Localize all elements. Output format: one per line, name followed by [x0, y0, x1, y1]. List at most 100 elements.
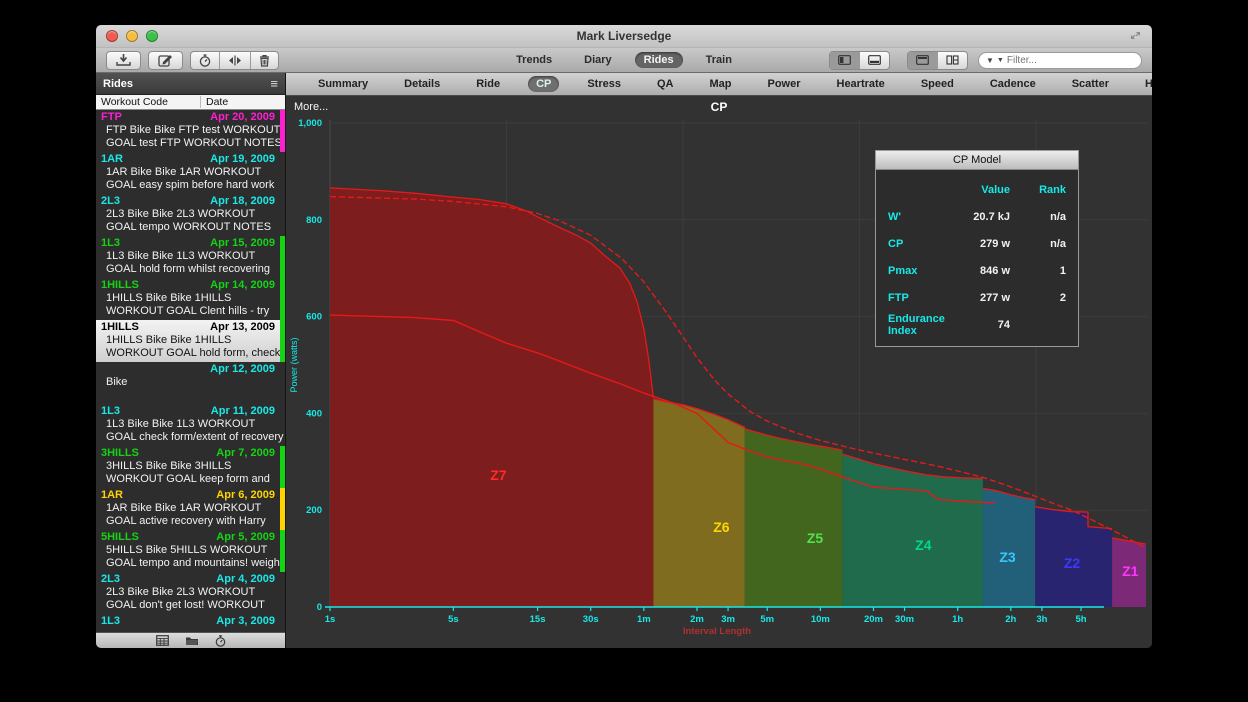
svg-text:0: 0	[317, 602, 322, 613]
split-interval-button[interactable]	[219, 52, 250, 69]
ride-row[interactable]: 1L3Apr 15, 20091L3 Bike Bike 1L3 WORKOUT…	[96, 236, 285, 278]
cp-model-row: Endurance Index74	[876, 311, 1078, 338]
app-window: Mark Liversedge	[96, 25, 1152, 648]
ride-description: 1HILLS Bike Bike 1HILLS	[101, 334, 275, 347]
stopwatch-button[interactable]	[191, 52, 219, 69]
svg-text:30s: 30s	[583, 614, 599, 625]
tab-map[interactable]: Map	[701, 76, 739, 92]
ride-description: 2L3 Bike Bike 2L3 WORKOUT	[101, 208, 275, 221]
tab-summary[interactable]: Summary	[310, 76, 376, 92]
tab-power[interactable]: Power	[759, 76, 808, 92]
filter-dropdown-icon[interactable]: ▼	[997, 57, 1004, 64]
svg-text:Z2: Z2	[1064, 555, 1081, 571]
cp-model-cell: n/a	[1010, 211, 1066, 223]
ride-row[interactable]: 1ARApr 6, 20091AR Bike Bike 1AR WORKOUTG…	[96, 488, 285, 530]
ride-date: Apr 5, 2009	[216, 531, 275, 544]
tab-scatter[interactable]: Scatter	[1064, 76, 1117, 92]
ride-code: FTP	[101, 111, 122, 124]
tab-stress[interactable]: Stress	[579, 76, 629, 92]
ride-row[interactable]: 3HILLSApr 7, 20093HILLS Bike Bike 3HILLS…	[96, 446, 285, 488]
svg-text:5s: 5s	[448, 614, 459, 625]
ride-date: Apr 7, 2009	[216, 447, 275, 460]
fullscreen-icon[interactable]	[1129, 29, 1142, 42]
ride-row[interactable]: 1HILLSApr 14, 20091HILLS Bike Bike 1HILL…	[96, 278, 285, 320]
tab-hrpw[interactable]: HrPw	[1137, 76, 1152, 92]
ride-description: GOAL test FTP WORKOUT NOTES	[101, 137, 275, 150]
ride-description: 1AR Bike Bike 1AR WORKOUT	[101, 166, 275, 179]
ride-date: Apr 14, 2009	[210, 279, 275, 292]
calendar-icon[interactable]	[156, 635, 169, 646]
ride-date: Apr 12, 2009	[210, 363, 275, 376]
svg-text:5h: 5h	[1076, 614, 1087, 625]
ride-row[interactable]: 2L3Apr 18, 20092L3 Bike Bike 2L3 WORKOUT…	[96, 194, 285, 236]
cp-model-grid: ValueRankW'20.7 kJn/aCP279 wn/aPmax846 w…	[876, 170, 1078, 346]
filter-input[interactable]	[1007, 55, 1117, 66]
svg-text:400: 400	[306, 408, 322, 419]
ride-description: WORKOUT GOAL Clent hills - try	[101, 305, 275, 318]
tiled-panes-button[interactable]	[937, 52, 967, 69]
ride-description: GOAL hold form whilst recovering	[101, 263, 275, 276]
toolbar: Trends Diary Rides Train	[96, 48, 1152, 73]
filter-field[interactable]: ▼ ▼	[978, 52, 1142, 69]
stopwatch-icon[interactable]	[215, 635, 226, 647]
ride-code: 1L3	[101, 615, 120, 628]
tab-heartrate[interactable]: Heartrate	[829, 76, 893, 92]
sidebar-layout-button[interactable]	[830, 52, 859, 69]
view-tab-diary[interactable]: Diary	[575, 52, 621, 68]
ride-description: WORKOUT GOAL keep form and	[101, 473, 275, 486]
download-activity-button[interactable]	[106, 51, 141, 70]
trash-button[interactable]	[250, 52, 278, 69]
ride-color-stripe	[280, 110, 285, 152]
ride-row[interactable]: Apr 12, 2009Bike	[96, 362, 285, 404]
ride-date: Apr 19, 2009	[210, 153, 275, 166]
ride-code: 2L3	[101, 573, 120, 586]
svg-text:15s: 15s	[530, 614, 546, 625]
cp-model-table: CP Model ValueRankW'20.7 kJn/aCP279 wn/a…	[875, 150, 1079, 347]
column-date[interactable]: Date	[201, 96, 285, 108]
titlebar[interactable]: Mark Liversedge	[96, 25, 1152, 48]
ride-description: 2L3 Bike Bike 2L3 WORKOUT	[101, 586, 275, 599]
tab-qa[interactable]: QA	[649, 76, 682, 92]
layout-toggle-1	[829, 51, 890, 70]
ride-row[interactable]: 2L3Apr 4, 20092L3 Bike Bike 2L3 WORKOUTG…	[96, 572, 285, 614]
ride-color-stripe	[280, 530, 285, 572]
tab-speed[interactable]: Speed	[913, 76, 962, 92]
tab-cadence[interactable]: Cadence	[982, 76, 1044, 92]
svg-text:Z6: Z6	[713, 519, 730, 535]
cp-model-header-row: ValueRank	[876, 176, 1078, 203]
ride-description: GOAL easy spim before hard work	[101, 179, 275, 192]
ride-description: 3HILLS Bike Bike 3HILLS	[101, 460, 275, 473]
tab-details[interactable]: Details	[396, 76, 448, 92]
svg-text:Z3: Z3	[999, 549, 1016, 565]
ride-code: 5HILLS	[101, 531, 139, 544]
column-workout-code[interactable]: Workout Code	[96, 96, 201, 108]
view-tab-trends[interactable]: Trends	[507, 52, 561, 68]
sidebar-menu-icon[interactable]: ≡	[270, 76, 278, 91]
ride-code: 1L3	[101, 237, 120, 250]
ride-row[interactable]: 5HILLSApr 5, 20095HILLS Bike 5HILLS WORK…	[96, 530, 285, 572]
layout-toggle-2	[907, 51, 968, 70]
bottombar-layout-button[interactable]	[859, 52, 889, 69]
ride-description: GOAL tempo WORKOUT NOTES	[101, 221, 275, 234]
ride-row[interactable]: 1L3Apr 11, 20091L3 Bike Bike 1L3 WORKOUT…	[96, 404, 285, 446]
ride-row[interactable]: FTPApr 20, 2009FTP Bike Bike FTP test WO…	[96, 110, 285, 152]
svg-text:3h: 3h	[1036, 614, 1047, 625]
tab-ride[interactable]: Ride	[468, 76, 508, 92]
ride-row[interactable]: 1L3Apr 3, 2009	[96, 614, 285, 632]
ride-color-stripe	[280, 488, 285, 530]
ride-description: GOAL don't get lost! WORKOUT	[101, 599, 275, 612]
compose-manual-activity-button[interactable]	[148, 51, 183, 70]
folder-icon[interactable]	[185, 635, 199, 646]
ride-date: Apr 13, 2009	[210, 321, 275, 334]
svg-text:1s: 1s	[325, 614, 336, 625]
svg-text:1h: 1h	[952, 614, 963, 625]
view-tab-train[interactable]: Train	[697, 52, 741, 68]
cp-model-cell: 846 w	[946, 265, 1010, 277]
ride-row[interactable]: 1ARApr 19, 20091AR Bike Bike 1AR WORKOUT…	[96, 152, 285, 194]
single-pane-button[interactable]	[908, 52, 937, 69]
view-tab-rides[interactable]: Rides	[635, 52, 683, 68]
ride-row[interactable]: 1HILLSApr 13, 20091HILLS Bike Bike 1HILL…	[96, 320, 285, 362]
ride-code: 1AR	[101, 489, 123, 502]
ride-description: 1L3 Bike Bike 1L3 WORKOUT	[101, 250, 275, 263]
tab-cp[interactable]: CP	[528, 76, 559, 92]
